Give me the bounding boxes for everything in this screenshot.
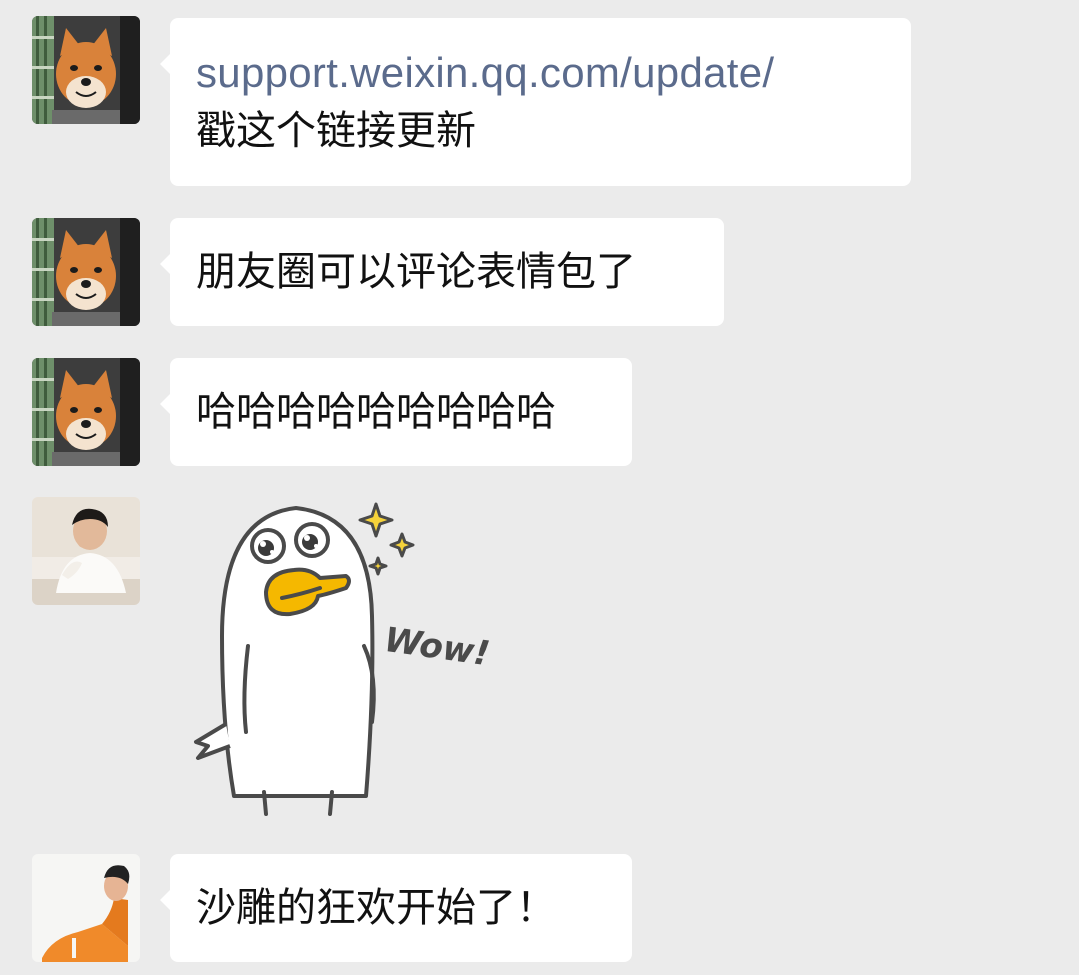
bubble-tail [160,394,170,414]
message-text: 戳这个链接更新 [196,108,476,154]
man-sweater-avatar[interactable] [32,497,140,605]
shiba-dog-avatar[interactable] [32,16,140,124]
message-bubble: 朋友圈可以评论表情包了 [160,218,724,326]
message-bubble: 哈哈哈哈哈哈哈哈哈 [160,358,632,466]
message-text: 朋友圈可以评论表情包了 [196,249,636,295]
sticker-caption: Wow! [382,620,492,674]
bubble-tail [160,254,170,274]
shiba-dog-avatar[interactable] [32,218,140,326]
message-bubble: 沙雕的狂欢开始了！ [160,854,632,962]
bubble-tail [160,54,170,74]
bubble-tail [160,890,170,910]
duck-wow-sticker-image: Wow! [194,502,492,816]
message-text: 沙雕的狂欢开始了！ [196,885,556,931]
message-bubble: support.weixin.qq.com/update/ 戳这个链接更新 [160,18,911,186]
duck-wow-sticker[interactable]: Wow! [186,496,496,826]
message-text: 哈哈哈哈哈哈哈哈哈 [196,389,556,435]
update-link[interactable]: support.weixin.qq.com/update/ [196,44,885,102]
man-orange-avatar[interactable] [32,854,140,962]
shiba-dog-avatar[interactable] [32,358,140,466]
